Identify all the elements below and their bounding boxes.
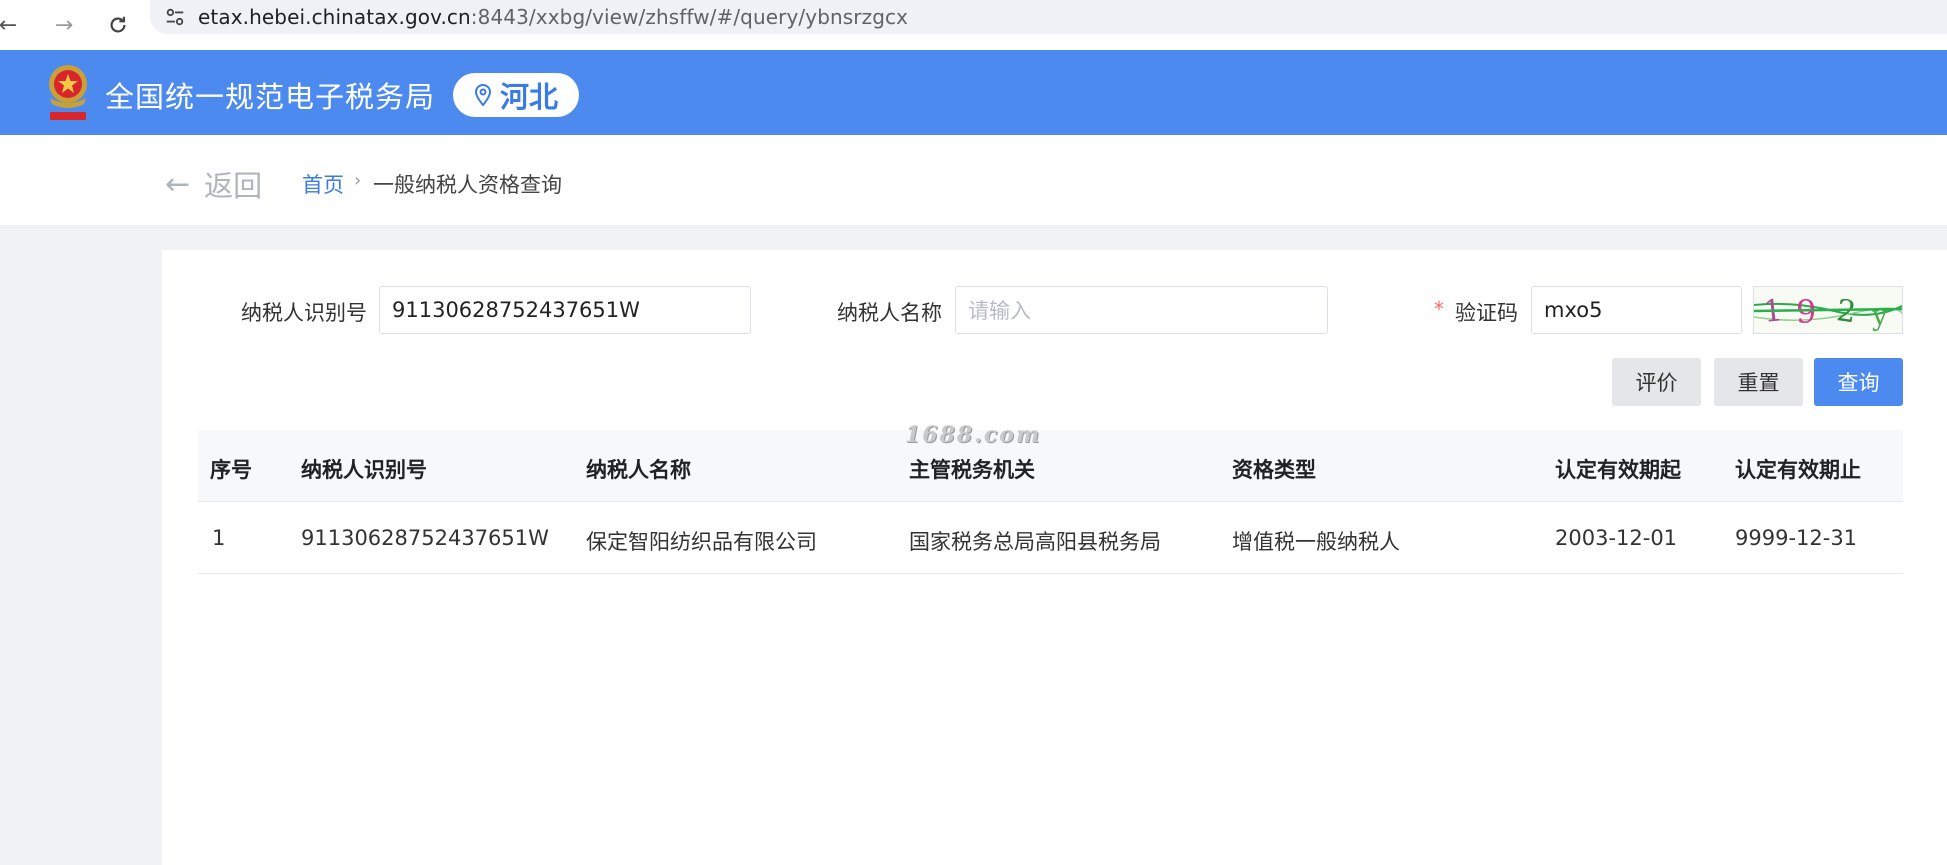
- required-mark: *: [1434, 297, 1444, 321]
- reset-button[interactable]: 重置: [1714, 358, 1803, 406]
- cell-index: 1: [212, 526, 226, 550]
- taxpayer-name-input[interactable]: 请输入: [955, 286, 1328, 334]
- back-arrow-icon: ←: [165, 166, 191, 202]
- column-header-valid-from: 认定有效期起: [1555, 458, 1681, 482]
- cell-qualification-type: 增值税一般纳税人: [1232, 530, 1400, 554]
- breadcrumb-current: 一般纳税人资格查询: [373, 173, 562, 197]
- cell-taxpayer-id: 91130628752437651W: [301, 526, 549, 550]
- browser-toolbar: ← → etax.hebei.chinatax.gov.cn:8443/xxbg…: [0, 0, 1947, 50]
- table-header-row: 序号 纳税人识别号 纳税人名称 主管税务机关 资格类型 认定有效期起 认定有效期…: [198, 430, 1903, 502]
- reload-icon[interactable]: [100, 7, 136, 43]
- back-button[interactable]: ← 返回: [165, 163, 262, 205]
- breadcrumb-home-link[interactable]: 首页: [302, 169, 344, 199]
- captcha-image[interactable]: 1 9 2 y: [1753, 286, 1903, 334]
- url-text: etax.hebei.chinatax.gov.cn:8443/xxbg/vie…: [198, 5, 909, 29]
- back-arrow-icon[interactable]: ←: [0, 7, 26, 43]
- breadcrumb-bar: ← 返回 首页 › 一般纳税人资格查询: [0, 135, 1947, 225]
- forward-arrow-icon[interactable]: →: [46, 7, 82, 43]
- site-settings-icon[interactable]: [164, 6, 186, 28]
- region-selector[interactable]: 河北: [453, 73, 579, 117]
- tax-emblem-icon: [49, 65, 87, 120]
- location-pin-icon: [474, 84, 491, 106]
- site-header: 全国统一规范电子税务局 河北: [0, 50, 1947, 135]
- address-bar[interactable]: etax.hebei.chinatax.gov.cn:8443/xxbg/vie…: [150, 0, 1947, 34]
- query-button[interactable]: 查询: [1814, 358, 1903, 406]
- taxpayer-id-input[interactable]: 91130628752437651W: [379, 286, 751, 334]
- site-title: 全国统一规范电子税务局: [105, 80, 436, 114]
- watermark-text: 1688.com: [905, 422, 1042, 448]
- back-label: 返回: [204, 169, 263, 203]
- region-label: 河北: [499, 80, 558, 114]
- svg-text:2: 2: [1834, 293, 1858, 330]
- svg-text:y: y: [1871, 299, 1888, 332]
- cell-taxpayer-name: 保定智阳纺织品有限公司: [586, 530, 817, 554]
- column-header-taxpayer-id: 纳税人识别号: [301, 458, 427, 482]
- results-table: 序号 纳税人识别号 纳税人名称 主管税务机关 资格类型 认定有效期起 认定有效期…: [198, 430, 1903, 574]
- captcha-label: 验证码: [1455, 301, 1518, 325]
- captcha-input[interactable]: mxo5: [1531, 286, 1742, 334]
- svg-text:9: 9: [1796, 293, 1816, 331]
- chevron-right-icon: ›: [354, 170, 362, 191]
- cell-valid-to: 9999-12-31: [1735, 526, 1858, 550]
- taxpayer-id-label: 纳税人识别号: [241, 301, 367, 325]
- column-header-index: 序号: [210, 458, 252, 482]
- taxpayer-name-label: 纳税人名称: [837, 301, 942, 325]
- column-header-valid-to: 认定有效期止: [1735, 458, 1861, 482]
- cell-tax-authority: 国家税务总局高阳县税务局: [909, 530, 1161, 554]
- cell-valid-from: 2003-12-01: [1555, 526, 1678, 550]
- table-row: 1 91130628752437651W 保定智阳纺织品有限公司 国家税务总局高…: [198, 502, 1903, 574]
- evaluate-button[interactable]: 评价: [1612, 358, 1701, 406]
- column-header-tax-authority: 主管税务机关: [909, 458, 1035, 482]
- column-header-taxpayer-name: 纳税人名称: [586, 458, 691, 482]
- column-header-qualification-type: 资格类型: [1232, 458, 1316, 482]
